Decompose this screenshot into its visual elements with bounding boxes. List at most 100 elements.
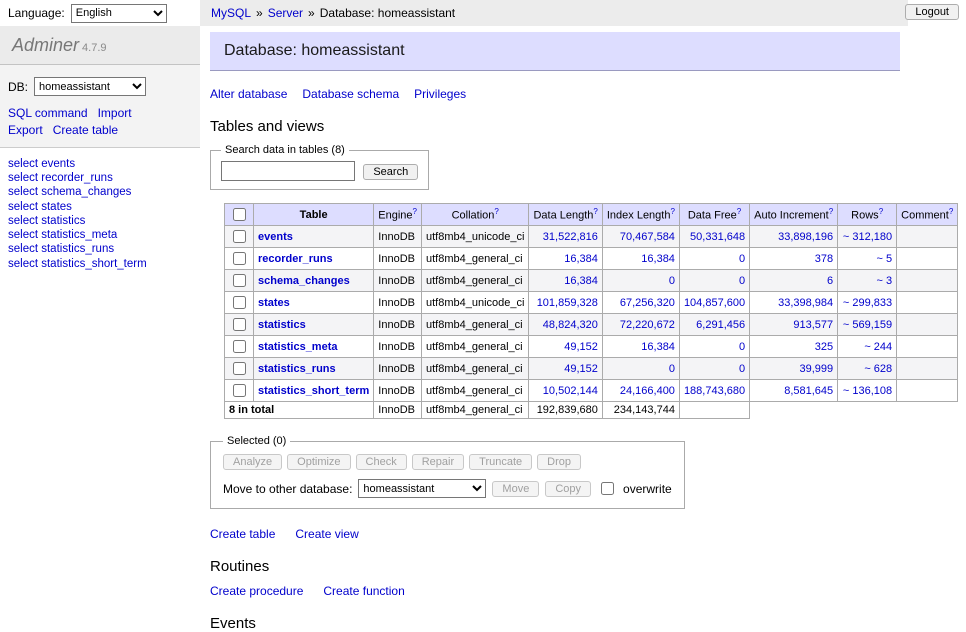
sidebar-item-select-recorder-runs[interactable]: select recorder_runs [8, 172, 192, 185]
sidebar-item-select-statistics-short-term[interactable]: select statistics_short_term [8, 258, 192, 271]
optimize-button[interactable]: Optimize [287, 454, 350, 470]
help-link[interactable]: ? [413, 207, 417, 216]
table-name-link[interactable]: events [258, 231, 293, 243]
privileges-link[interactable]: Privileges [414, 87, 466, 101]
import-link[interactable]: Import [98, 106, 132, 120]
table-name-link[interactable]: statistics [258, 319, 306, 331]
sql-command-link[interactable]: SQL command [8, 106, 88, 120]
sidebar-item-select-schema-changes[interactable]: select schema_changes [8, 186, 192, 199]
breadcrumb-server-link[interactable]: Server [268, 6, 303, 20]
rows-count-link[interactable]: ~ 3 [877, 275, 893, 287]
create-function-link[interactable]: Create function [323, 584, 404, 598]
search-button[interactable]: Search [363, 164, 418, 180]
auto-increment-link[interactable]: 378 [815, 253, 833, 265]
data-free-link[interactable]: 188,743,680 [684, 385, 745, 397]
search-input[interactable] [221, 161, 355, 181]
auto-increment-link[interactable]: 33,398,984 [778, 297, 833, 309]
language-select[interactable]: English [71, 4, 167, 23]
rows-count-link[interactable]: ~ 5 [877, 253, 893, 265]
data-free-link[interactable]: 6,291,456 [696, 319, 745, 331]
help-link[interactable]: ? [879, 207, 883, 216]
help-link[interactable]: ? [593, 207, 597, 216]
breadcrumb-mysql-link[interactable]: MySQL [211, 6, 251, 20]
sidebar-item-select-statistics[interactable]: select statistics [8, 215, 192, 228]
auto-increment-link[interactable]: 8,581,645 [784, 385, 833, 397]
overwrite-checkbox[interactable] [601, 482, 614, 495]
data-length-link[interactable]: 48,824,320 [543, 319, 598, 331]
rows-count-link[interactable]: ~ 569,159 [843, 319, 892, 331]
check-button[interactable]: Check [356, 454, 407, 470]
index-length-link[interactable]: 16,384 [641, 253, 675, 265]
db-select[interactable]: homeassistant [34, 77, 146, 96]
row-checkbox[interactable] [233, 384, 246, 397]
data-length-link[interactable]: 49,152 [564, 363, 598, 375]
index-length-link[interactable]: 24,166,400 [620, 385, 675, 397]
create-table-link[interactable]: Create table [210, 527, 275, 541]
rows-count-link[interactable]: ~ 312,180 [843, 231, 892, 243]
row-checkbox[interactable] [233, 230, 246, 243]
data-free-link[interactable]: 0 [739, 253, 745, 265]
alter-database-link[interactable]: Alter database [210, 87, 287, 101]
index-length-link[interactable]: 70,467,584 [620, 231, 675, 243]
sidebar-item-select-events[interactable]: select events [8, 158, 192, 171]
data-length-link[interactable]: 16,384 [564, 253, 598, 265]
help-link[interactable]: ? [949, 207, 953, 216]
index-length-link[interactable]: 67,256,320 [620, 297, 675, 309]
table-name-link[interactable]: statistics_runs [258, 363, 336, 375]
logo-link[interactable]: Adminer [12, 35, 79, 55]
repair-button[interactable]: Repair [412, 454, 464, 470]
copy-button[interactable]: Copy [545, 481, 591, 497]
auto-increment-link[interactable]: 39,999 [800, 363, 834, 375]
rows-count-link[interactable]: ~ 244 [864, 341, 892, 353]
data-free-link[interactable]: 0 [739, 341, 745, 353]
data-length-link[interactable]: 101,859,328 [537, 297, 598, 309]
rows-count-link[interactable]: ~ 299,833 [843, 297, 892, 309]
table-name-link[interactable]: schema_changes [258, 275, 350, 287]
table-name-link[interactable]: states [258, 297, 290, 309]
data-free-link[interactable]: 0 [739, 363, 745, 375]
rows-count-link[interactable]: ~ 628 [864, 363, 892, 375]
data-length-link[interactable]: 31,522,816 [543, 231, 598, 243]
create-view-link[interactable]: Create view [295, 527, 358, 541]
help-link[interactable]: ? [494, 207, 498, 216]
auto-increment-link[interactable]: 33,898,196 [778, 231, 833, 243]
data-length-link[interactable]: 10,502,144 [543, 385, 598, 397]
database-schema-link[interactable]: Database schema [302, 87, 399, 101]
auto-increment-link[interactable]: 913,577 [793, 319, 833, 331]
index-length-link[interactable]: 0 [669, 275, 675, 287]
table-name-link[interactable]: statistics_short_term [258, 385, 369, 397]
help-link[interactable]: ? [829, 207, 833, 216]
create-procedure-link[interactable]: Create procedure [210, 584, 303, 598]
sidebar-item-select-statistics-meta[interactable]: select statistics_meta [8, 229, 192, 242]
row-checkbox[interactable] [233, 318, 246, 331]
data-free-link[interactable]: 104,857,600 [684, 297, 745, 309]
truncate-button[interactable]: Truncate [469, 454, 532, 470]
export-link[interactable]: Export [8, 123, 43, 137]
help-link[interactable]: ? [670, 207, 674, 216]
move-button[interactable]: Move [492, 481, 539, 497]
rows-count-link[interactable]: ~ 136,108 [843, 385, 892, 397]
row-checkbox[interactable] [233, 274, 246, 287]
row-checkbox[interactable] [233, 362, 246, 375]
auto-increment-link[interactable]: 6 [827, 275, 833, 287]
help-link[interactable]: ? [737, 207, 741, 216]
select-all-checkbox[interactable] [233, 208, 246, 221]
move-db-select[interactable]: homeassistant [358, 479, 486, 498]
drop-button[interactable]: Drop [537, 454, 581, 470]
auto-increment-link[interactable]: 325 [815, 341, 833, 353]
row-checkbox[interactable] [233, 252, 246, 265]
row-checkbox[interactable] [233, 296, 246, 309]
data-free-link[interactable]: 50,331,648 [690, 231, 745, 243]
sidebar-item-select-states[interactable]: select states [8, 201, 192, 214]
data-free-link[interactable]: 0 [739, 275, 745, 287]
table-name-link[interactable]: statistics_meta [258, 341, 338, 353]
table-name-link[interactable]: recorder_runs [258, 253, 333, 265]
data-length-link[interactable]: 16,384 [564, 275, 598, 287]
create-table-sidebar-link[interactable]: Create table [53, 123, 118, 137]
analyze-button[interactable]: Analyze [223, 454, 282, 470]
data-length-link[interactable]: 49,152 [564, 341, 598, 353]
logout-button[interactable]: Logout [905, 4, 959, 20]
row-checkbox[interactable] [233, 340, 246, 353]
index-length-link[interactable]: 0 [669, 363, 675, 375]
index-length-link[interactable]: 16,384 [641, 341, 675, 353]
